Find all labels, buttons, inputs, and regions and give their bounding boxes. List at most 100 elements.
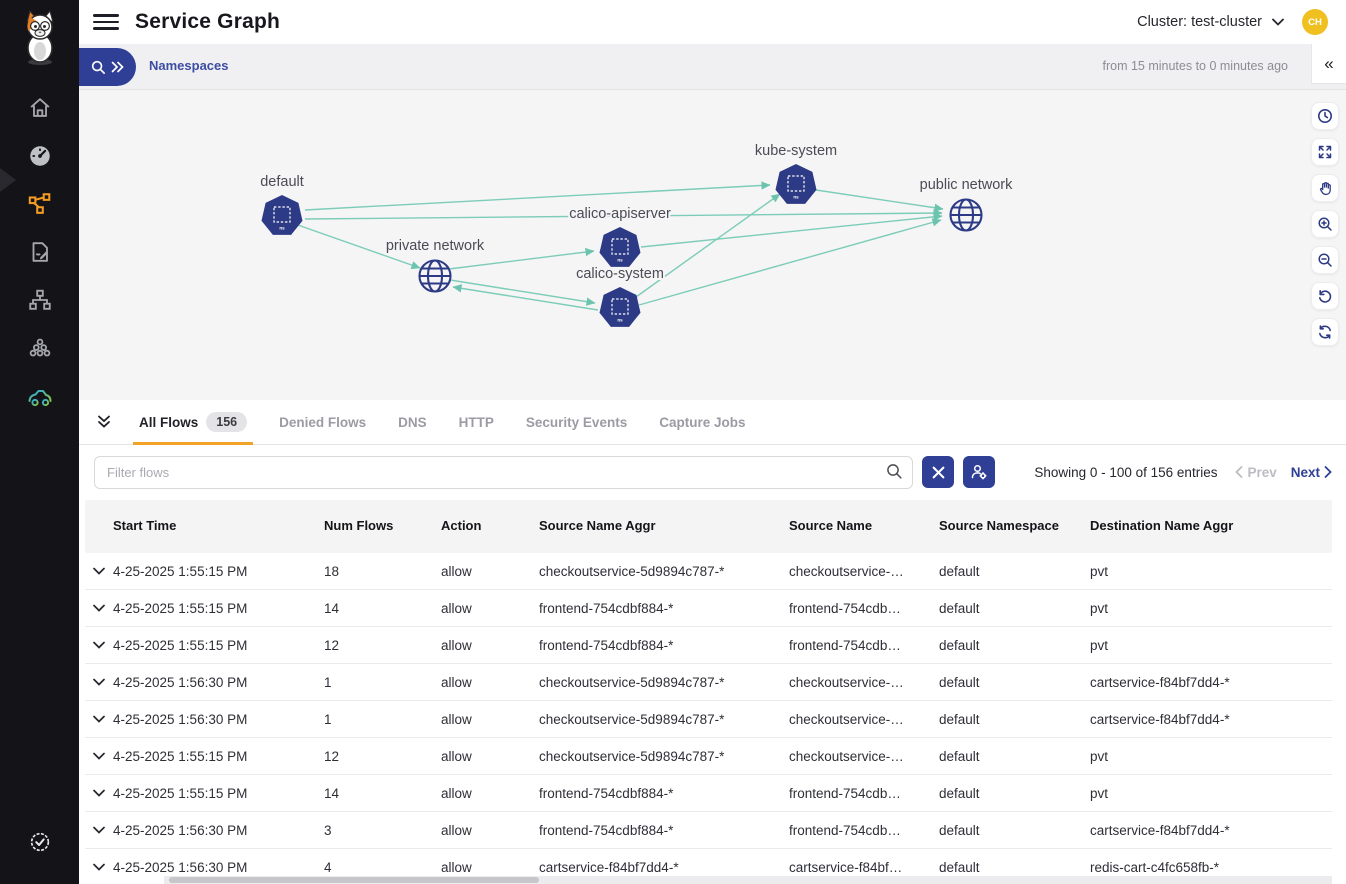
clear-filter-button[interactable] xyxy=(922,456,954,488)
service-graph-canvas[interactable]: ns default private network ns calico-api… xyxy=(79,90,1346,400)
node-calico-apiserver[interactable]: ns calico-apiserver xyxy=(569,206,671,267)
fit-to-screen-button[interactable] xyxy=(1311,138,1339,166)
graph-toolbar xyxy=(1311,102,1339,346)
col-action[interactable]: Action xyxy=(441,518,539,534)
cell-source-name: frontend-754cdb… xyxy=(789,823,939,838)
edge-calicosystem-private[interactable] xyxy=(453,287,598,310)
tab-http[interactable]: HTTP xyxy=(443,400,510,445)
sidebar-item-network[interactable] xyxy=(16,276,64,324)
col-start-time[interactable]: Start Time xyxy=(113,518,324,534)
cell-source-namespace: default xyxy=(939,675,1090,690)
col-num-flows[interactable]: Num Flows xyxy=(324,518,441,534)
pan-button[interactable] xyxy=(1311,174,1339,202)
col-source-namespace[interactable]: Source Namespace xyxy=(939,518,1090,534)
collapse-panel-button[interactable] xyxy=(91,409,117,435)
menu-toggle-button[interactable] xyxy=(93,9,119,35)
tab-capture-jobs[interactable]: Capture Jobs xyxy=(643,400,761,445)
cluster-selector-label: Cluster: test-cluster xyxy=(1137,14,1262,30)
cell-source-namespace: default xyxy=(939,712,1090,727)
node-kube-system[interactable]: ns kube-system xyxy=(755,143,837,204)
cell-start-time: 4-25-2025 1:55:15 PM xyxy=(113,786,324,801)
time-settings-button[interactable] xyxy=(1311,102,1339,130)
flows-table: Start Time Num Flows Action Source Name … xyxy=(85,500,1332,876)
cell-source-namespace: default xyxy=(939,823,1090,838)
sidebar-item-clusters[interactable] xyxy=(16,324,64,372)
tab-denied-flows[interactable]: Denied Flows xyxy=(263,400,382,445)
cell-action: allow xyxy=(441,564,539,579)
sidebar-item-compliance[interactable] xyxy=(16,372,64,420)
table-row[interactable]: 4-25-2025 1:56:30 PM3allowfrontend-754cd… xyxy=(85,812,1332,849)
user-avatar[interactable]: CH xyxy=(1302,9,1328,35)
cell-source-namespace: default xyxy=(939,601,1090,616)
edge-default-kube[interactable] xyxy=(305,185,770,210)
col-dest-name-aggr[interactable]: Destination Name Aggr xyxy=(1090,518,1332,534)
row-expand-chevron-icon[interactable] xyxy=(85,678,113,686)
edge-private-calicosystem[interactable] xyxy=(450,280,595,303)
cell-source-name-aggr: frontend-754cdbf884-* xyxy=(539,823,789,838)
cell-source-name-aggr: cartservice-f84bf7dd4-* xyxy=(539,860,789,875)
row-expand-chevron-icon[interactable] xyxy=(85,567,113,575)
zoom-in-button[interactable] xyxy=(1311,210,1339,238)
cell-source-namespace: default xyxy=(939,860,1090,875)
column-customize-button[interactable] xyxy=(963,456,995,488)
table-horizontal-scrollbar[interactable] xyxy=(164,876,1332,884)
table-row[interactable]: 4-25-2025 1:55:15 PM14allowfrontend-754c… xyxy=(85,775,1332,812)
cell-source-name-aggr: frontend-754cdbf884-* xyxy=(539,786,789,801)
graph-search-button[interactable] xyxy=(79,48,136,86)
top-bar: Service Graph Cluster: test-cluster CH xyxy=(79,0,1346,44)
col-source-name[interactable]: Source Name xyxy=(789,518,939,534)
node-calico-system[interactable]: ns calico-system xyxy=(576,266,664,327)
node-public-network[interactable]: public network xyxy=(920,177,1013,232)
svg-text:ns: ns xyxy=(617,318,623,323)
undo-button[interactable] xyxy=(1311,282,1339,310)
cell-num-flows: 12 xyxy=(324,638,441,653)
prev-page-button[interactable]: Prev xyxy=(1235,465,1276,480)
row-expand-chevron-icon[interactable] xyxy=(85,826,113,834)
cell-num-flows: 1 xyxy=(324,675,441,690)
cluster-selector[interactable]: Cluster: test-cluster xyxy=(1137,14,1284,30)
row-expand-chevron-icon[interactable] xyxy=(85,604,113,612)
row-expand-chevron-icon[interactable] xyxy=(85,752,113,760)
node-default[interactable]: ns default xyxy=(260,174,304,235)
table-row[interactable]: 4-25-2025 1:55:15 PM12allowfrontend-754c… xyxy=(85,627,1332,664)
table-row[interactable]: 4-25-2025 1:55:15 PM12allowcheckoutservi… xyxy=(85,738,1332,775)
sidebar-item-service-graph[interactable] xyxy=(16,180,64,228)
cell-dest-name-aggr: cartservice-f84bf7dd4-* xyxy=(1090,712,1332,727)
cell-source-name-aggr: checkoutservice-5d9894c787-* xyxy=(539,712,789,727)
undo-icon xyxy=(1317,288,1333,304)
tab-security-events[interactable]: Security Events xyxy=(510,400,643,445)
next-page-button[interactable]: Next xyxy=(1291,465,1332,480)
gauge-icon xyxy=(27,143,53,169)
table-body: 4-25-2025 1:55:15 PM18allowcheckoutservi… xyxy=(85,553,1332,884)
right-panel-collapse-button[interactable]: « xyxy=(1311,44,1346,84)
filter-flows-input[interactable] xyxy=(94,456,913,489)
tab-dns[interactable]: DNS xyxy=(382,400,443,445)
col-source-name-aggr[interactable]: Source Name Aggr xyxy=(539,518,789,534)
edge-apiserver-public[interactable] xyxy=(641,216,942,247)
cell-dest-name-aggr: cartservice-f84bf7dd4-* xyxy=(1090,823,1332,838)
row-expand-chevron-icon[interactable] xyxy=(85,789,113,797)
cell-start-time: 4-25-2025 1:56:30 PM xyxy=(113,712,324,727)
home-icon xyxy=(27,95,53,121)
cell-source-name: frontend-754cdb… xyxy=(789,638,939,653)
cell-action: allow xyxy=(441,749,539,764)
row-expand-chevron-icon[interactable] xyxy=(85,641,113,649)
refresh-button[interactable] xyxy=(1311,318,1339,346)
row-expand-chevron-icon[interactable] xyxy=(85,715,113,723)
tab-all-flows[interactable]: All Flows 156 xyxy=(123,400,263,445)
node-private-network[interactable]: private network xyxy=(386,238,485,293)
breadcrumb[interactable]: Namespaces xyxy=(149,58,229,73)
table-row[interactable]: 4-25-2025 1:56:30 PM1allowcheckoutservic… xyxy=(85,664,1332,701)
table-row[interactable]: 4-25-2025 1:55:15 PM18allowcheckoutservi… xyxy=(85,553,1332,590)
table-row[interactable]: 4-25-2025 1:55:15 PM14allowfrontend-754c… xyxy=(85,590,1332,627)
filter-search-icon xyxy=(886,463,903,480)
row-expand-chevron-icon[interactable] xyxy=(85,863,113,871)
sidebar-item-dashboard[interactable] xyxy=(16,132,64,180)
cell-source-name-aggr: checkoutservice-5d9894c787-* xyxy=(539,749,789,764)
zoom-out-button[interactable] xyxy=(1311,246,1339,274)
time-range-label: from 15 minutes to 0 minutes ago xyxy=(1102,59,1288,73)
sidebar-item-home[interactable] xyxy=(16,84,64,132)
table-row[interactable]: 4-25-2025 1:56:30 PM1allowcheckoutservic… xyxy=(85,701,1332,738)
sidebar-item-verified[interactable] xyxy=(16,818,64,866)
sidebar-item-policies[interactable] xyxy=(16,228,64,276)
